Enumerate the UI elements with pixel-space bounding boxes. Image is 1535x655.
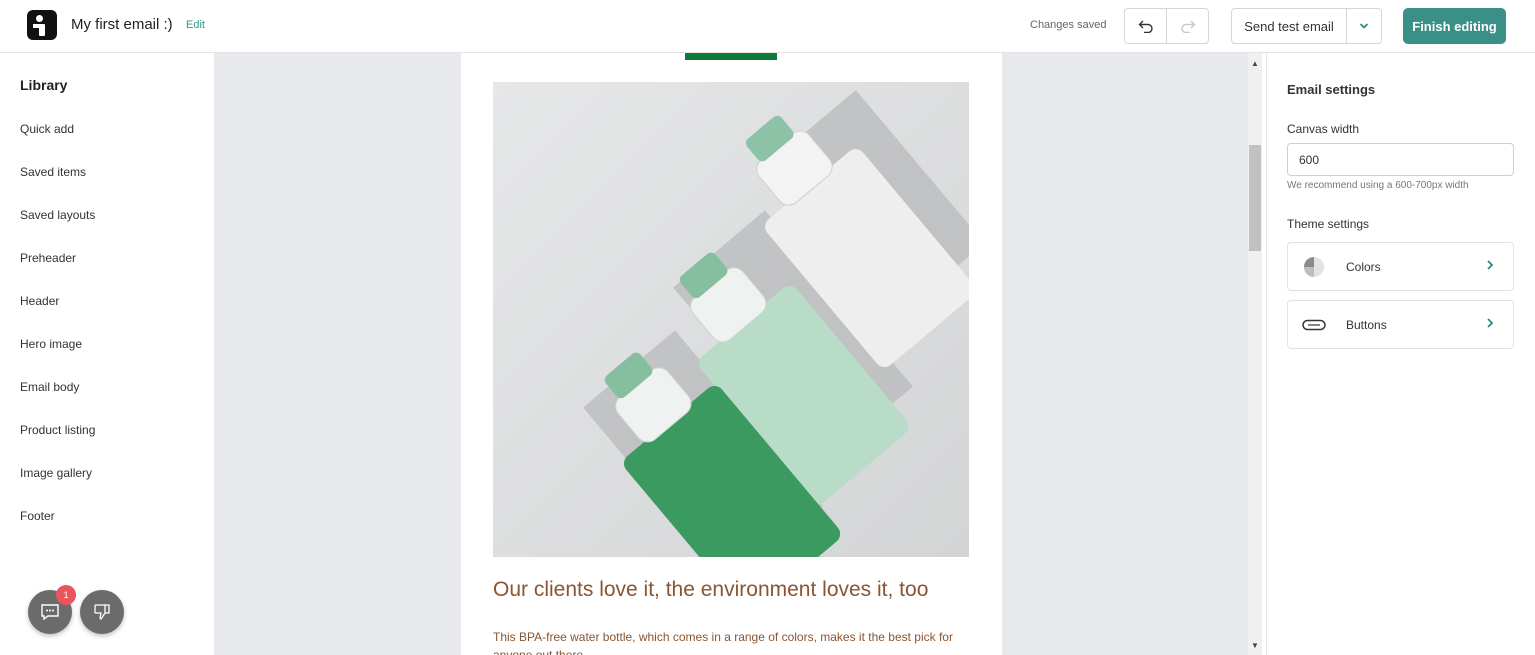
water-bottles-photo: [493, 82, 969, 557]
send-test-email-button[interactable]: Send test email: [1232, 9, 1347, 43]
theme-buttons-label: Buttons: [1346, 318, 1387, 332]
theme-settings-label: Theme settings: [1287, 217, 1370, 231]
canvas-width-hint: We recommend using a 600-700px width: [1287, 180, 1469, 191]
send-test-email-group: Send test email: [1231, 8, 1382, 44]
theme-buttons-card[interactable]: Buttons: [1287, 300, 1514, 349]
canvas-width-input[interactable]: [1287, 143, 1514, 176]
library-item-quick-add[interactable]: Quick add: [20, 122, 74, 136]
library-item-email-body[interactable]: Email body: [20, 380, 79, 394]
chevron-right-icon: [1486, 258, 1494, 276]
save-status: Changes saved: [1030, 19, 1107, 31]
email-heading[interactable]: Our clients love it, the environment lov…: [493, 578, 928, 602]
theme-colors-label: Colors: [1346, 260, 1381, 274]
top-bar: My first email :) Edit Changes saved Sen…: [0, 0, 1535, 53]
scroll-up-arrow-icon[interactable]: ▲: [1251, 59, 1259, 68]
chat-icon: [41, 604, 59, 621]
canvas-scrollbar[interactable]: ▲ ▼: [1248, 53, 1262, 655]
brand-logo-icon[interactable]: [27, 10, 57, 40]
undo-redo-group: [1124, 8, 1209, 44]
send-test-options-button[interactable]: [1347, 9, 1381, 43]
library-item-footer[interactable]: Footer: [20, 509, 55, 523]
palette-icon: [1302, 256, 1326, 278]
redo-icon: [1180, 20, 1195, 33]
library-item-header[interactable]: Header: [20, 294, 59, 308]
thumbs-down-icon: [94, 604, 110, 621]
chevron-down-icon: [1359, 23, 1369, 29]
library-item-preheader[interactable]: Preheader: [20, 251, 76, 265]
button-shape-icon: [1302, 314, 1326, 336]
settings-panel: Email settings Canvas width We recommend…: [1266, 53, 1535, 655]
library-item-product-listing[interactable]: Product listing: [20, 423, 95, 437]
settings-title: Email settings: [1287, 82, 1376, 97]
library-title: Library: [20, 77, 68, 93]
undo-icon: [1138, 20, 1153, 33]
library-item-saved-layouts[interactable]: Saved layouts: [20, 208, 95, 222]
header-button-block[interactable]: [685, 53, 777, 60]
feedback-button[interactable]: [80, 590, 124, 634]
chat-notification-badge: 1: [56, 585, 76, 605]
scroll-thumb[interactable]: [1249, 145, 1261, 251]
edit-title-link[interactable]: Edit: [186, 19, 205, 31]
chevron-right-icon: [1486, 316, 1494, 334]
email-title: My first email :): [71, 16, 173, 33]
email-body-text[interactable]: This BPA-free water bottle, which comes …: [493, 628, 963, 655]
logo-dot: [36, 15, 43, 22]
finish-editing-button[interactable]: Finish editing: [1403, 8, 1506, 44]
hero-image[interactable]: [493, 82, 969, 557]
undo-button[interactable]: [1125, 9, 1166, 43]
library-item-hero-image[interactable]: Hero image: [20, 337, 82, 351]
library-panel: Library Quick add Saved items Saved layo…: [0, 53, 214, 655]
library-item-image-gallery[interactable]: Image gallery: [20, 466, 92, 480]
logo-stem: [39, 24, 45, 36]
library-item-saved-items[interactable]: Saved items: [20, 165, 86, 179]
email-preview: Our clients love it, the environment lov…: [461, 53, 1002, 655]
canvas-width-label: Canvas width: [1287, 122, 1360, 136]
redo-button[interactable]: [1166, 9, 1208, 43]
theme-colors-card[interactable]: Colors: [1287, 242, 1514, 291]
scroll-down-arrow-icon[interactable]: ▼: [1251, 641, 1259, 650]
